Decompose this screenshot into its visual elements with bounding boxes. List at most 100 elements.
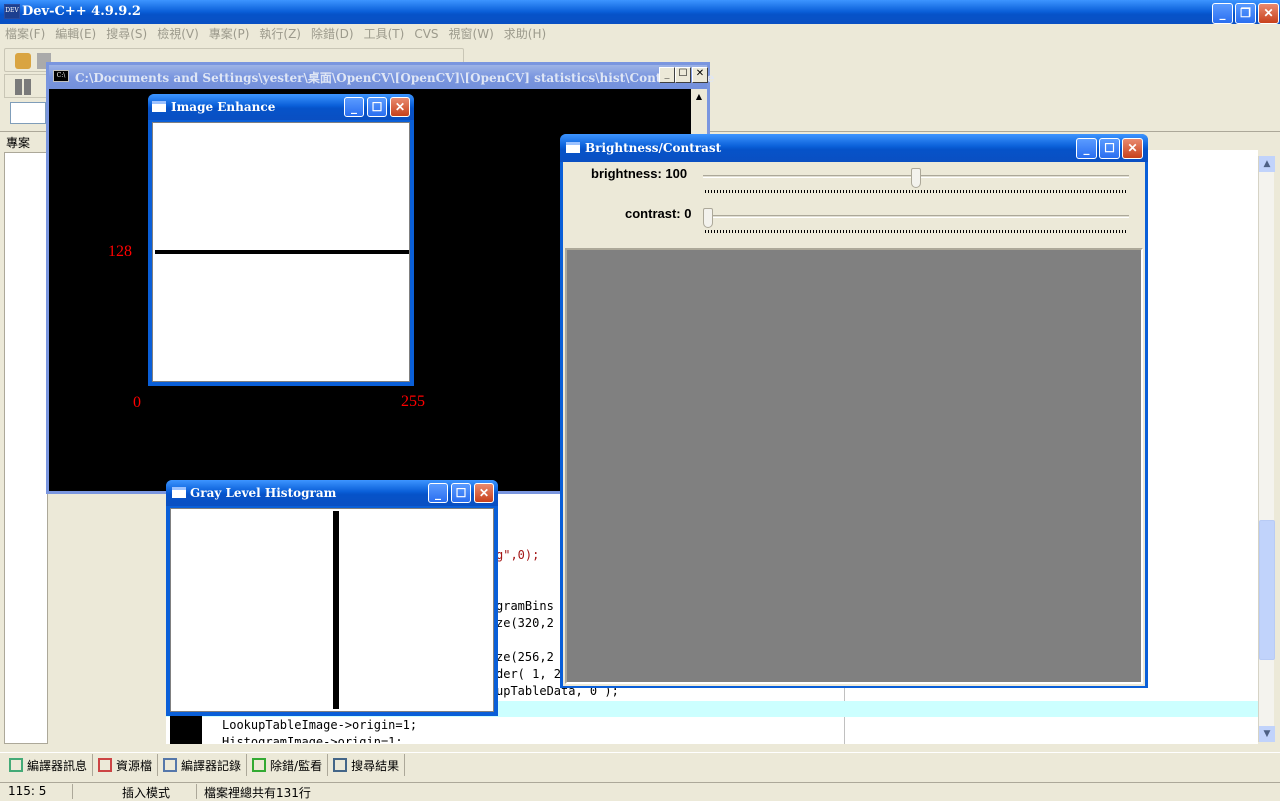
brightness-slider-ticks bbox=[705, 190, 1127, 193]
label-128: 128 bbox=[108, 243, 132, 260]
code-line-3: ze(320,2 bbox=[496, 616, 554, 630]
bottom-tab-label-4: 搜尋結果 bbox=[351, 758, 400, 773]
bottom-tab-4[interactable]: 搜尋結果 bbox=[328, 754, 406, 776]
bc-maximize[interactable]: ☐ bbox=[1099, 138, 1120, 159]
histogram-canvas bbox=[170, 508, 494, 712]
menu-item-3[interactable]: 檢視(V) bbox=[152, 24, 204, 44]
breakpoint-gutter-block bbox=[170, 716, 202, 744]
bottom-tab-icon-4 bbox=[333, 758, 348, 772]
project-tree bbox=[4, 152, 48, 744]
contrast-slider[interactable] bbox=[703, 208, 1129, 236]
bottom-tab-bar: 編譯器訊息 資源檔 編譯器記錄 除錯/監看 搜尋結果 bbox=[0, 752, 1280, 776]
code-line-5: der( 1, 2 bbox=[496, 667, 562, 681]
menu-item-10[interactable]: 求助(H) bbox=[499, 24, 551, 44]
menu-bar: 檔案(F) 編輯(E) 搜尋(S) 檢視(V) 專案(P) 執行(Z) 除錯(D) 工具(T)… bbox=[0, 24, 1280, 44]
project-panel: 專案 bbox=[0, 132, 48, 744]
toolbar-icon-open[interactable] bbox=[15, 53, 31, 69]
brightness-contrast-window: Brightness/Contrast _ ☐ ✕ brightness: 10… bbox=[560, 134, 1148, 688]
histogram-maximize[interactable]: ☐ bbox=[451, 483, 471, 503]
status-position: 115: 5 bbox=[8, 784, 47, 798]
bc-title-bar: Brightness/Contrast _ ☐ ✕ bbox=[560, 134, 1148, 162]
contrast-label: contrast: 0 bbox=[625, 206, 692, 221]
contrast-slider-track bbox=[703, 215, 1129, 218]
histogram-close[interactable]: ✕ bbox=[474, 483, 494, 503]
code-line-8: HistogramImage->origin=1; bbox=[222, 735, 403, 743]
bottom-tab-icon-0 bbox=[9, 758, 23, 772]
image-enhance-close[interactable]: ✕ bbox=[390, 97, 410, 117]
brightness-slider[interactable] bbox=[703, 168, 1129, 196]
menu-item-0[interactable]: 檔案(F) bbox=[0, 24, 50, 44]
status-divider-2 bbox=[196, 784, 197, 799]
code-line-2: gramBins bbox=[496, 599, 554, 613]
histogram-title-bar: Gray Level Histogram _ ☐ ✕ bbox=[166, 480, 498, 506]
histogram-bar bbox=[333, 511, 339, 709]
code-line-1: g",0); bbox=[496, 548, 540, 562]
brightness-label: brightness: 100 bbox=[591, 166, 688, 181]
scroll-up-arrow[interactable]: ▲ bbox=[1259, 156, 1275, 172]
main-close-button[interactable]: ✕ bbox=[1258, 3, 1279, 24]
toolbar-class-combo[interactable] bbox=[10, 102, 46, 124]
bc-title: Brightness/Contrast bbox=[585, 141, 722, 155]
bottom-tab-label-2: 編譯器記錄 bbox=[181, 758, 242, 773]
console-maximize-button[interactable]: ☐ bbox=[675, 67, 691, 83]
main-window-title: Dev-C++ 4.9.9.2 bbox=[22, 4, 141, 19]
lookup-table-canvas bbox=[152, 122, 410, 382]
menu-item-5[interactable]: 執行(Z) bbox=[254, 24, 306, 44]
main-minimize-button[interactable]: _ bbox=[1212, 3, 1233, 24]
menu-item-9[interactable]: 視窗(W) bbox=[444, 24, 499, 44]
histogram-window: Gray Level Histogram _ ☐ ✕ bbox=[166, 480, 498, 716]
bc-minimize[interactable]: _ bbox=[1076, 138, 1097, 159]
image-enhance-maximize[interactable]: ☐ bbox=[367, 97, 387, 117]
console-app-icon: C:\ bbox=[53, 70, 69, 82]
bottom-tab-0[interactable]: 編譯器訊息 bbox=[4, 754, 94, 776]
histogram-window-icon bbox=[172, 487, 186, 498]
editor-scrollbar[interactable]: ▲ ▼ bbox=[1258, 156, 1275, 742]
contrast-slider-thumb[interactable] bbox=[703, 208, 713, 228]
image-enhance-title-bar: Image Enhance _ ☐ ✕ bbox=[148, 94, 414, 120]
bottom-tab-label-0: 編譯器訊息 bbox=[27, 758, 88, 773]
bc-window-icon bbox=[566, 142, 580, 153]
bottom-tab-2[interactable]: 編譯器記錄 bbox=[158, 754, 248, 776]
code-line-7: LookupTableImage->origin=1; bbox=[222, 718, 418, 732]
bottom-tab-3[interactable]: 除錯/監看 bbox=[247, 754, 329, 776]
console-close-button[interactable]: ✕ bbox=[692, 67, 708, 83]
console-minimize-button[interactable]: _ bbox=[659, 67, 675, 83]
image-enhance-window: Image Enhance _ ☐ ✕ bbox=[148, 94, 414, 386]
code-line-4: ze(256,2 bbox=[496, 650, 554, 664]
histogram-minimize[interactable]: _ bbox=[428, 483, 448, 503]
bottom-tab-icon-3 bbox=[252, 758, 267, 772]
image-enhance-minimize[interactable]: _ bbox=[344, 97, 364, 117]
bottom-tab-1[interactable]: 資源檔 bbox=[93, 754, 159, 776]
bottom-tab-label-3: 除錯/監看 bbox=[270, 758, 323, 773]
bc-close[interactable]: ✕ bbox=[1122, 138, 1143, 159]
console-title-bar: C:\ C:\Documents and Settings\yester\桌面\… bbox=[49, 65, 714, 89]
console-scroll-up[interactable]: ▲ bbox=[691, 89, 707, 105]
menu-item-2[interactable]: 搜尋(S) bbox=[101, 24, 152, 44]
menu-item-1[interactable]: 編輯(E) bbox=[50, 24, 101, 44]
main-restore-button[interactable]: ❐ bbox=[1235, 3, 1256, 24]
status-info: 檔案裡總共有131行 bbox=[204, 786, 311, 800]
scroll-down-arrow[interactable]: ▼ bbox=[1259, 726, 1275, 742]
label-255: 255 bbox=[401, 393, 425, 410]
bc-client: brightness: 100 contrast: 0 bbox=[563, 162, 1145, 686]
menu-item-8[interactable]: CVS bbox=[409, 24, 443, 44]
menu-item-4[interactable]: 專案(P) bbox=[204, 24, 255, 44]
histogram-title: Gray Level Histogram bbox=[190, 486, 337, 500]
contrast-slider-ticks bbox=[705, 230, 1127, 233]
bottom-tab-icon-1 bbox=[98, 758, 113, 772]
menu-item-7[interactable]: 工具(T) bbox=[359, 24, 410, 44]
grid-icon[interactable] bbox=[15, 79, 31, 95]
main-title-bar: DEV Dev-C++ 4.9.9.2 _ ❐ ✕ bbox=[0, 0, 1280, 26]
menu-item-6[interactable]: 除錯(D) bbox=[306, 24, 359, 44]
lookup-table-line bbox=[155, 250, 409, 254]
scroll-thumb[interactable] bbox=[1259, 520, 1275, 660]
toolbar-row-2 bbox=[4, 74, 48, 98]
brightness-slider-thumb[interactable] bbox=[911, 168, 921, 188]
bottom-tab-label-1: 資源檔 bbox=[116, 758, 153, 773]
image-enhance-title: Image Enhance bbox=[171, 100, 276, 114]
bottom-tab-icon-2 bbox=[163, 758, 178, 772]
label-0: 0 bbox=[133, 394, 141, 411]
image-enhance-window-icon bbox=[152, 101, 166, 112]
devcpp-app-icon: DEV bbox=[4, 4, 20, 19]
project-tab[interactable]: 專案 bbox=[6, 134, 30, 151]
